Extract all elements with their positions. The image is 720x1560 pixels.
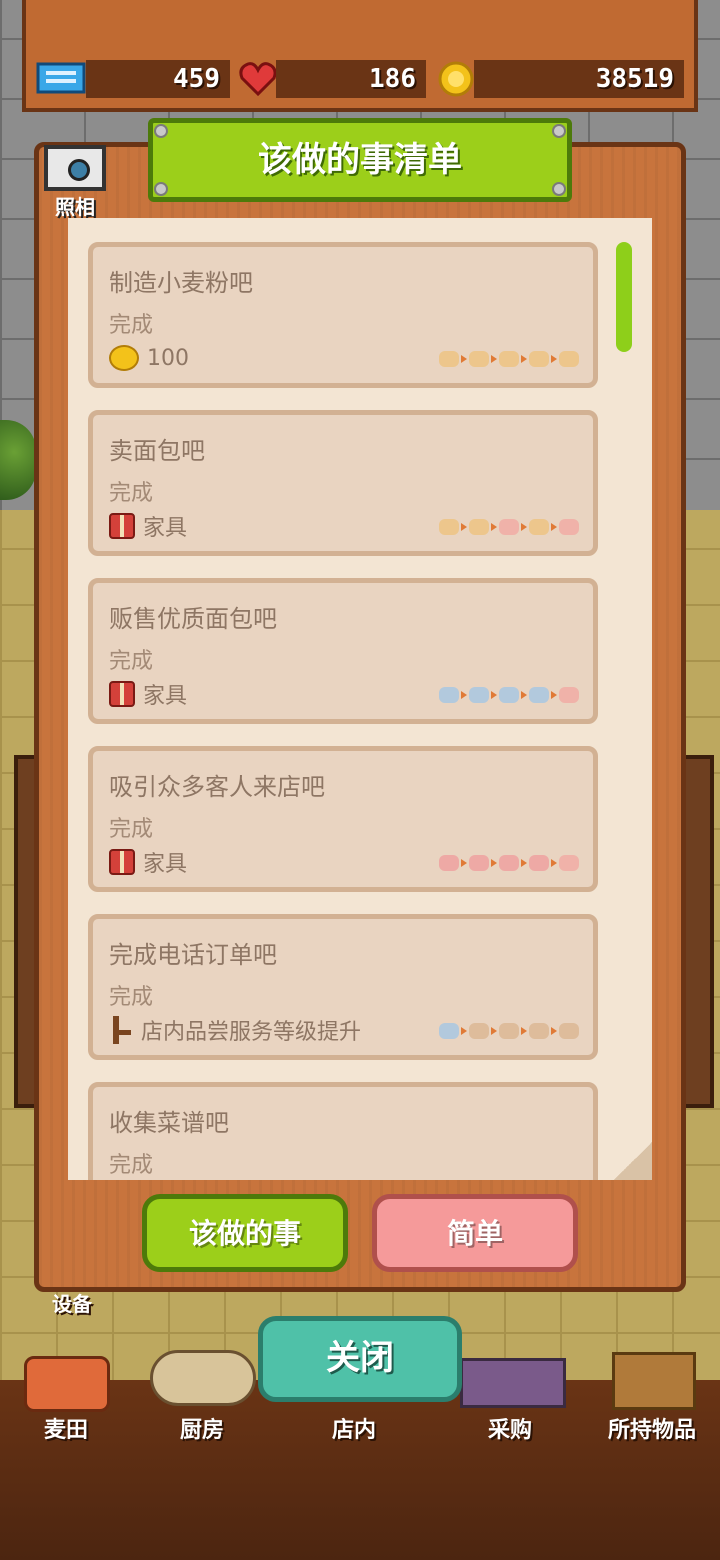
- gift-icon: [109, 849, 135, 875]
- task-card[interactable]: 制造小麦粉吧 完成 100: [88, 242, 598, 388]
- task-status: 完成: [109, 481, 154, 506]
- equipment-label: 设备: [52, 1292, 92, 1316]
- gift-icon: [109, 513, 135, 539]
- heart-icon: [469, 855, 489, 871]
- ticket-icon: [469, 687, 489, 703]
- chair-icon: [529, 1023, 549, 1039]
- ticket-icon: [36, 62, 86, 94]
- ticket-icon: [439, 687, 459, 703]
- rivet-icon: [154, 182, 168, 196]
- coins-icon: [109, 345, 139, 371]
- heart-icon: [529, 855, 549, 871]
- reward-text: 店内品尝服务等级提升: [141, 1020, 362, 1045]
- task-list-paper[interactable]: 制造小麦粉吧 完成 100 卖面包吧 完成 家具 贩售优质面包吧 完成 家具 吸…: [68, 218, 652, 1180]
- nav-kitchen[interactable]: 厨房: [160, 1412, 244, 1444]
- bread-icon: [559, 351, 579, 367]
- task-status: 完成: [109, 985, 154, 1010]
- heart-icon: [499, 855, 519, 871]
- scrollbar[interactable]: [616, 242, 632, 352]
- task-title: 制造小麦粉吧: [109, 269, 253, 297]
- modal-title: 该做的事清单: [148, 118, 572, 202]
- box-icon: [612, 1352, 696, 1410]
- gift-icon: [559, 687, 579, 703]
- kitchen-icon: [150, 1350, 256, 1406]
- ticket-icon: [529, 687, 549, 703]
- task-title: 卖面包吧: [109, 437, 205, 465]
- task-status: 完成: [109, 313, 154, 338]
- shop-shelf-icon: [460, 1358, 566, 1408]
- nav-purchase[interactable]: 采购: [468, 1412, 552, 1444]
- reward-text: 家具: [143, 516, 188, 541]
- tab-todo[interactable]: 该做的事: [142, 1194, 348, 1272]
- ticket-icon: [439, 1023, 459, 1039]
- task-card[interactable]: 卖面包吧 完成 家具: [88, 410, 598, 556]
- task-status: 完成: [109, 817, 154, 842]
- task-progress: [439, 351, 579, 367]
- gift-icon: [559, 855, 579, 871]
- task-reward: 店内品尝服务等级提升: [109, 1015, 361, 1045]
- task-progress: [439, 519, 579, 535]
- hearts-counter: 186: [276, 60, 426, 98]
- task-reward: 100: [109, 343, 189, 373]
- bread-icon: [469, 351, 489, 367]
- task-reward: 家具: [109, 847, 187, 877]
- camera-label: 照相: [55, 195, 95, 219]
- chair-icon: [109, 1016, 133, 1044]
- gift-icon: [109, 681, 135, 707]
- task-status: 完成: [109, 1153, 154, 1178]
- task-title: 贩售优质面包吧: [109, 605, 277, 633]
- gift-icon: [559, 519, 579, 535]
- close-button[interactable]: 关闭: [258, 1316, 462, 1402]
- rivet-icon: [552, 124, 566, 138]
- task-progress: [439, 855, 579, 871]
- coins-counter: 38519: [474, 60, 684, 98]
- nav-inventory[interactable]: 所持物品: [600, 1412, 704, 1444]
- tickets-counter: 459: [86, 60, 230, 98]
- heart-icon: [439, 855, 459, 871]
- chair-icon: [469, 1023, 489, 1039]
- reward-text: 100: [147, 345, 189, 371]
- task-title: 收集菜谱吧: [109, 1109, 229, 1137]
- wheat-field-icon: [24, 1356, 110, 1412]
- bread-icon: [439, 351, 459, 367]
- chair-icon: [559, 1023, 579, 1039]
- task-reward: 家具: [109, 679, 187, 709]
- task-progress: [439, 1023, 579, 1039]
- bread-icon: [499, 351, 519, 367]
- reward-text: 家具: [143, 684, 188, 709]
- bread-icon: [439, 519, 459, 535]
- nav-wheat-field[interactable]: 麦田: [24, 1412, 108, 1444]
- chair-icon: [499, 1023, 519, 1039]
- camera-icon: [44, 145, 106, 191]
- rivet-icon: [552, 182, 566, 196]
- bread-icon: [529, 351, 549, 367]
- bread-icon: [529, 519, 549, 535]
- heart-icon: [239, 62, 277, 97]
- task-status: 完成: [109, 649, 154, 674]
- ticket-icon: [499, 687, 519, 703]
- task-card[interactable]: 贩售优质面包吧 完成 家具: [88, 578, 598, 724]
- paper-corner-fold: [614, 1142, 652, 1180]
- rivet-icon: [154, 124, 168, 138]
- coin-icon: [438, 61, 474, 97]
- task-card[interactable]: 吸引众多客人来店吧 完成 家具: [88, 746, 598, 892]
- task-card[interactable]: 完成电话订单吧 完成 店内品尝服务等级提升: [88, 914, 598, 1060]
- bread-icon: [469, 519, 489, 535]
- task-progress: [439, 687, 579, 703]
- camera-button[interactable]: 照相: [42, 145, 108, 219]
- task-reward: 家具: [109, 511, 187, 541]
- task-title: 完成电话订单吧: [109, 941, 277, 969]
- nav-shop[interactable]: 店内: [312, 1412, 396, 1444]
- task-card[interactable]: 收集菜谱吧 完成: [88, 1082, 598, 1180]
- task-title: 吸引众多客人来店吧: [109, 773, 325, 801]
- reward-text: 家具: [143, 852, 188, 877]
- gift-icon: [499, 519, 519, 535]
- tab-simple[interactable]: 简单: [372, 1194, 578, 1272]
